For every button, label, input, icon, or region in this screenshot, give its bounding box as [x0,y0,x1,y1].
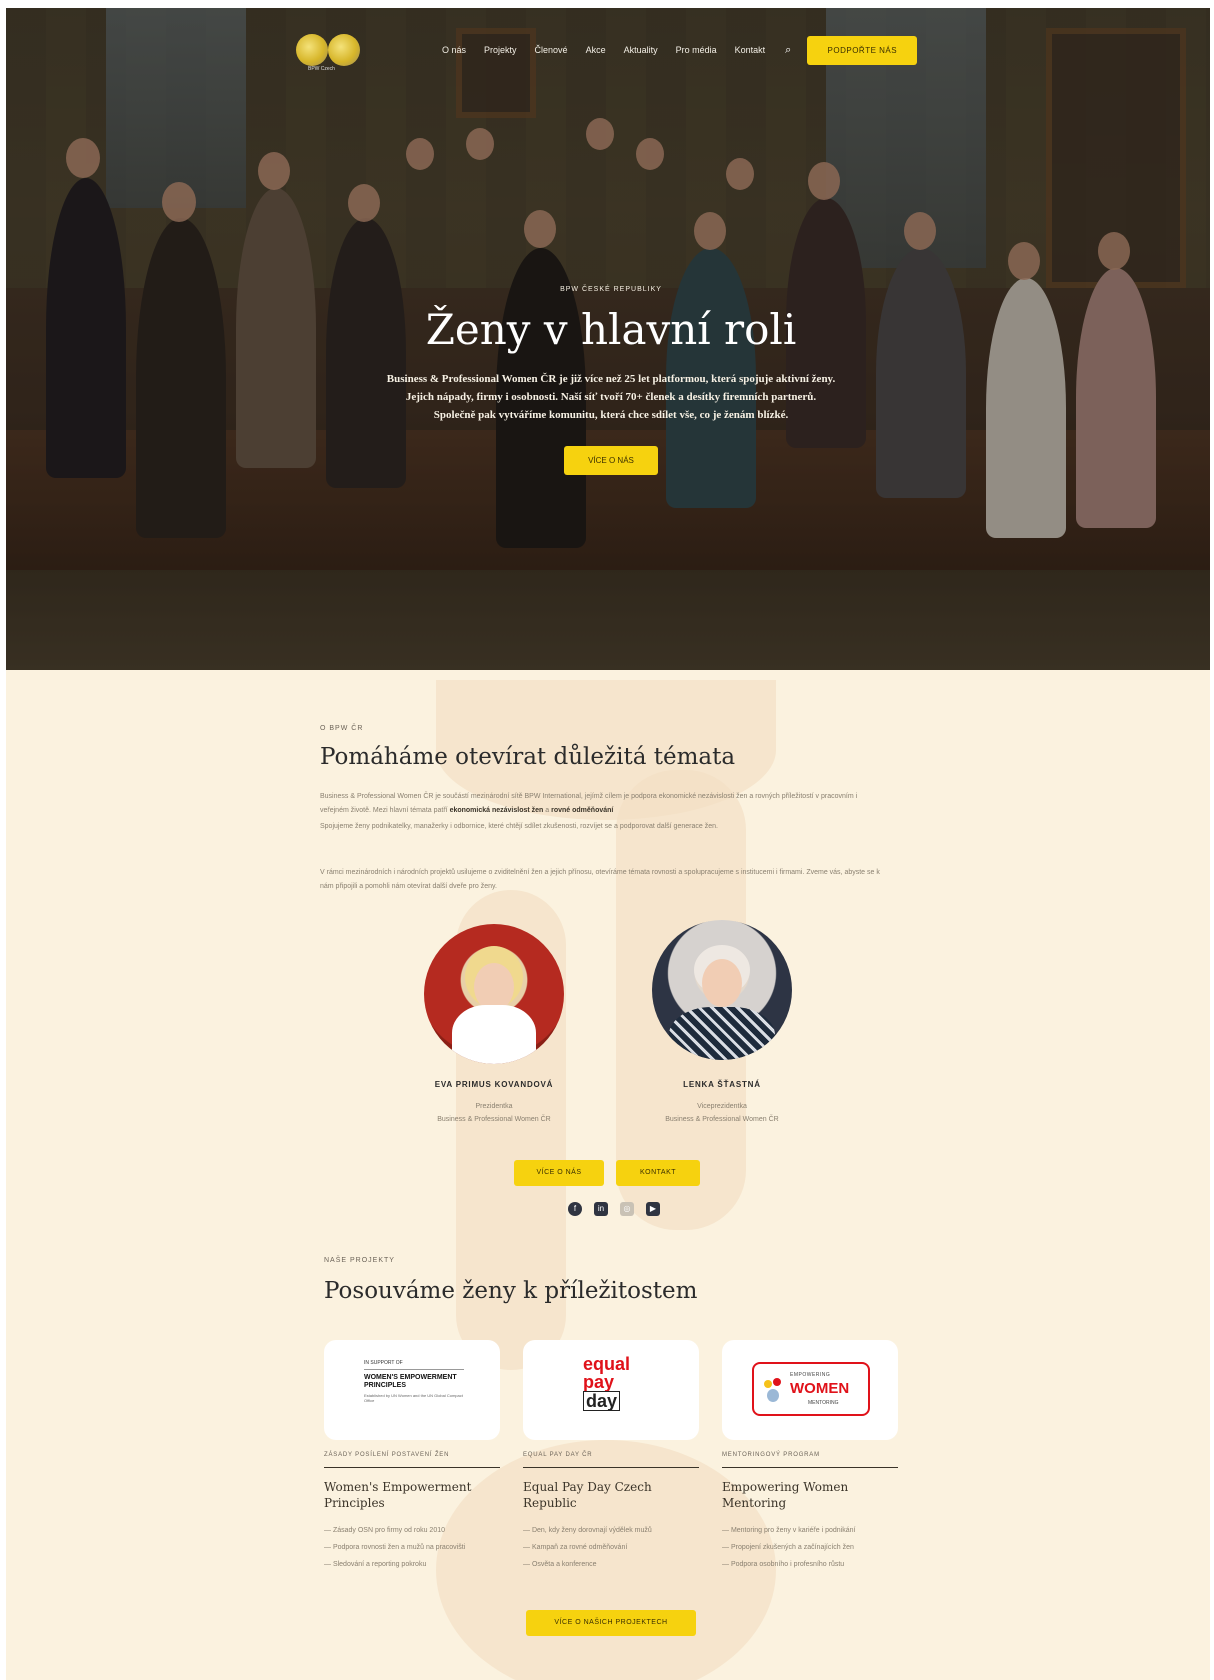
nav-item-pro-media[interactable]: Pro média [676,45,717,55]
main-menu: O nás Projekty Členové Akce Aktuality Pr… [442,45,765,55]
person-role-org: Business & Professional Women ČR [665,1116,779,1123]
person-role-org: Business & Professional Women ČR [437,1116,551,1123]
about-paragraph-3: V rámci mezinárodních i národních projek… [320,869,880,890]
person-name: EVA PRIMUS KOVANDOVÁ [434,1080,554,1089]
ewm-logo-top: EMPOWERING [790,1372,831,1378]
person-role-title: Prezidentka [475,1103,513,1110]
avatar-eva [424,924,564,1064]
project-card-logo-empowering-women[interactable]: EMPOWERING WOMEN MENTORING [722,1340,898,1440]
hero-content: BPW ČESKÉ REPUBLIKY Ženy v hlavní roli B… [386,286,836,475]
project-point: — Podpora rovnosti žen a mužů na pracovi… [324,1544,466,1551]
project-title[interactable]: Empowering Women Mentoring [722,1479,898,1511]
empowering-women-logo: EMPOWERING WOMEN MENTORING [752,1362,870,1416]
support-button[interactable]: PODPOŘTE NÁS [807,35,918,65]
project-point: — Propojení zkušených a začínajících žen [722,1544,854,1551]
project-point: — Osvěta a konference [523,1561,597,1568]
project-point: — Mentoring pro ženy v kariéře i podniká… [722,1527,856,1534]
nav-item-kontakt[interactable]: Kontakt [735,45,766,55]
avatar-body [668,1006,776,1060]
project-title[interactable]: Equal Pay Day Czech Republic [523,1479,699,1511]
hero-section: BPW Czech O nás Projekty Členové Akce Ak… [6,8,1210,670]
wep-logo-sub: Established by UN Women and the UN Globa… [364,1393,463,1403]
women-figures-icon [762,1378,784,1402]
epd-logo-line: day [583,1391,621,1411]
about-title: Pomáháme otevírat důležitá témata [320,744,736,770]
project-points: — Den, kdy ženy dorovnají výdělek mužů —… [523,1522,703,1573]
about-more-button[interactable]: VÍCE O NÁS [514,1160,604,1186]
nav-item-aktuality[interactable]: Aktuality [624,45,658,55]
top-navigation: BPW Czech O nás Projekty Členové Akce Ak… [296,28,936,72]
wep-logo-top: IN SUPPORT OF [364,1360,464,1370]
project-title[interactable]: Women's Empowerment Principles [324,1479,500,1511]
projects-more-button[interactable]: VÍCE O NAŠICH PROJEKTECH [526,1610,696,1636]
nav-item-projekty[interactable]: Projekty [484,45,517,55]
epd-logo-line: equal [583,1354,631,1374]
project-points: — Mentoring pro ženy v kariéře i podniká… [722,1522,902,1573]
avatar-face [702,959,742,1008]
project-label: ZÁSADY POSÍLENÍ POSTAVENÍ ŽEN [324,1452,450,1458]
project-point: — Zásady OSN pro firmy od roku 2010 [324,1527,445,1534]
contact-button[interactable]: KONTAKT [616,1160,700,1186]
projects-label: NAŠE PROJEKTY [324,1257,395,1264]
projects-title: Posouváme ženy k příležitostem [324,1278,698,1304]
person-name: LENKA ŠŤASTNÁ [683,1080,761,1089]
about-paragraph-2: Spojujeme ženy podnikatelky, manažerky i… [320,823,718,830]
globe-icon [328,34,360,66]
project-point: — Kampaň za rovné odměňování [523,1544,628,1551]
hero-more-button[interactable]: VÍCE O NÁS [564,446,658,475]
project-card-logo-equal-pay-day[interactable]: equal pay day [523,1340,699,1440]
linkedin-icon[interactable]: in [594,1202,608,1216]
youtube-icon[interactable]: ▶ [646,1202,660,1216]
wep-logo-main: WOMEN'S EMPOWERMENT PRINCIPLES [364,1374,457,1389]
project-points: — Zásady OSN pro firmy od roku 2010 — Po… [324,1522,504,1573]
nav-item-clenove[interactable]: Členové [535,45,568,55]
divider [523,1467,699,1468]
hero-eyebrow: BPW ČESKÉ REPUBLIKY [560,286,662,293]
about-label: O BPW ČR [320,725,364,732]
nav-item-o-nas[interactable]: O nás [442,45,466,55]
project-point: — Den, kdy ženy dorovnají výdělek mužů [523,1527,652,1534]
hero-title: Ženy v hlavní roli [425,305,797,354]
project-card-logo-wep[interactable]: IN SUPPORT OF WOMEN'S EMPOWERMENT PRINCI… [324,1340,500,1440]
nav-item-akce[interactable]: Akce [586,45,606,55]
instagram-icon[interactable]: ◎ [620,1202,634,1216]
globe-icon [296,34,328,66]
equal-pay-day-logo: equal pay day [583,1355,635,1417]
avatar-face [474,963,514,1012]
avatar-body [452,1005,536,1064]
person-role: Viceprezidentka Business & Professional … [622,1100,822,1126]
divider [324,1467,500,1468]
project-label: MENTORINGOVÝ PROGRAM [722,1452,820,1458]
project-point: — Podpora osobního i profesního růstu [722,1561,845,1568]
logo-text: BPW Czech [308,66,335,72]
project-label: EQUAL PAY DAY ČR [523,1452,593,1458]
epd-logo-line: pay [583,1372,615,1392]
avatar-lenka [652,920,792,1060]
bpw-logo[interactable]: BPW Czech [296,30,362,72]
content-section: O BPW ČR Pomáháme otevírat důležitá téma… [6,670,1210,1680]
person-role: Prezidentka Business & Professional Wome… [394,1100,594,1126]
person-role-title: Viceprezidentka [697,1103,747,1110]
hero-description: Business & Professional Women ČR je již … [386,373,836,421]
divider [722,1467,898,1468]
facebook-icon[interactable]: f [568,1202,582,1216]
project-point: — Sledování a reporting pokroku [324,1561,427,1568]
search-icon[interactable]: ⌕ [785,44,791,57]
wep-logo: IN SUPPORT OF WOMEN'S EMPOWERMENT PRINCI… [364,1360,464,1403]
ewm-logo-sub: MENTORING [808,1400,839,1406]
ewm-logo-main: WOMEN [790,1380,850,1397]
about-paragraph-1: Business & Professional Women ČR je souč… [320,793,858,814]
